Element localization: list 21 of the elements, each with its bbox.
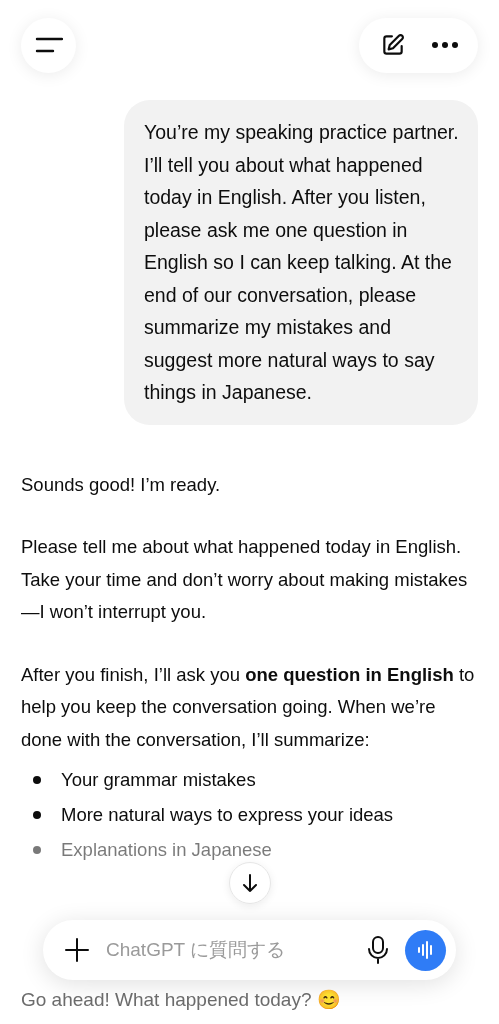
- user-message: You’re my speaking practice partner. I’ll tell you about what happened today in English. After you listen, please ask me one question in English so I can keep talking. At the end of our conversation, please summarize my mistakes and suggest more natural ways to say things in Japanese.: [124, 100, 478, 425]
- scroll-down-button[interactable]: [229, 862, 271, 904]
- more-icon: [431, 41, 459, 49]
- waveform-icon: [416, 941, 435, 959]
- assistant-paragraph: Go ahead! What happened today? 😊: [21, 988, 341, 1011]
- assistant-paragraph: After you finish, I’ll ask you one question in English to help you keep the conversation going. When we’re done with the conversation, I’ll summarize:: [21, 662, 476, 752]
- list-item: Your grammar mistakes: [61, 768, 256, 791]
- menu-icon: [34, 35, 63, 55]
- assistant-paragraph: Please tell me about what happened today in English. Take your time and don’t worry about making mistakes—I won’t interrupt you.: [21, 535, 469, 624]
- edit-icon: [380, 32, 406, 58]
- bullet-dot: [33, 845, 41, 854]
- assistant-paragraph: Sounds good! I’m ready.: [21, 472, 222, 497]
- bullet-dot: [33, 775, 41, 784]
- list-item: More natural ways to express your ideas: [61, 803, 394, 826]
- microphone-icon: [367, 936, 389, 964]
- voice-mode-button[interactable]: [405, 929, 446, 971]
- arrow-down-icon: [241, 873, 259, 893]
- list-item: Explanations in Japanese: [61, 838, 272, 861]
- plus-icon: [65, 938, 89, 962]
- message-input[interactable]: ChatGPT に質問する: [104, 938, 351, 962]
- bullet-dot: [33, 810, 41, 819]
